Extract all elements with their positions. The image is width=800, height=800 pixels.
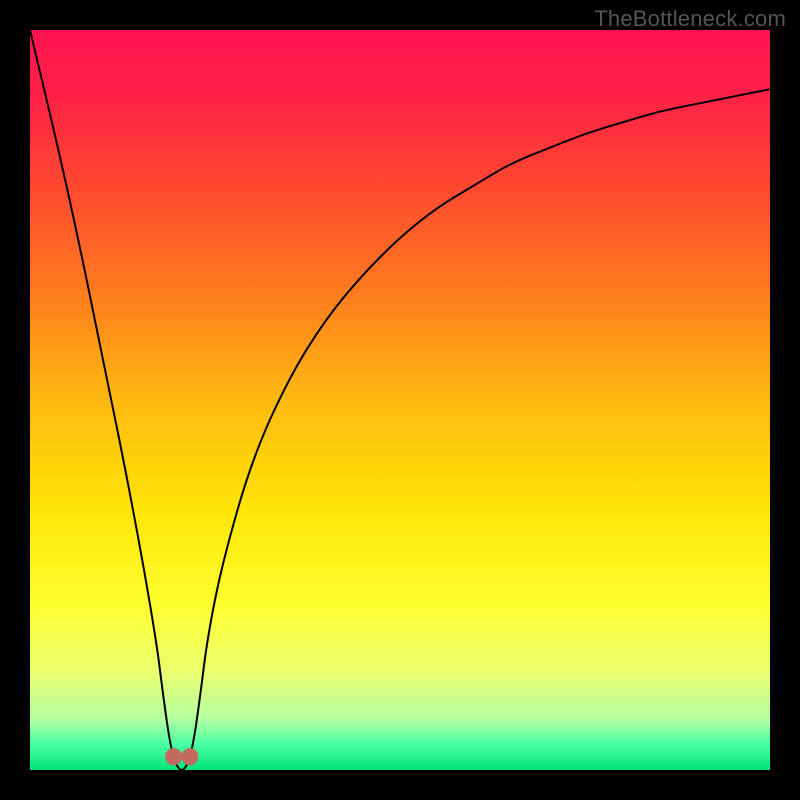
plot-area (30, 30, 770, 770)
optimal-marker (166, 749, 182, 765)
gradient-background (30, 30, 770, 770)
chart-container: TheBottleneck.com (0, 0, 800, 800)
bottleneck-curve-chart (30, 30, 770, 770)
watermark-text: TheBottleneck.com (594, 6, 786, 32)
optimal-marker (182, 749, 198, 765)
